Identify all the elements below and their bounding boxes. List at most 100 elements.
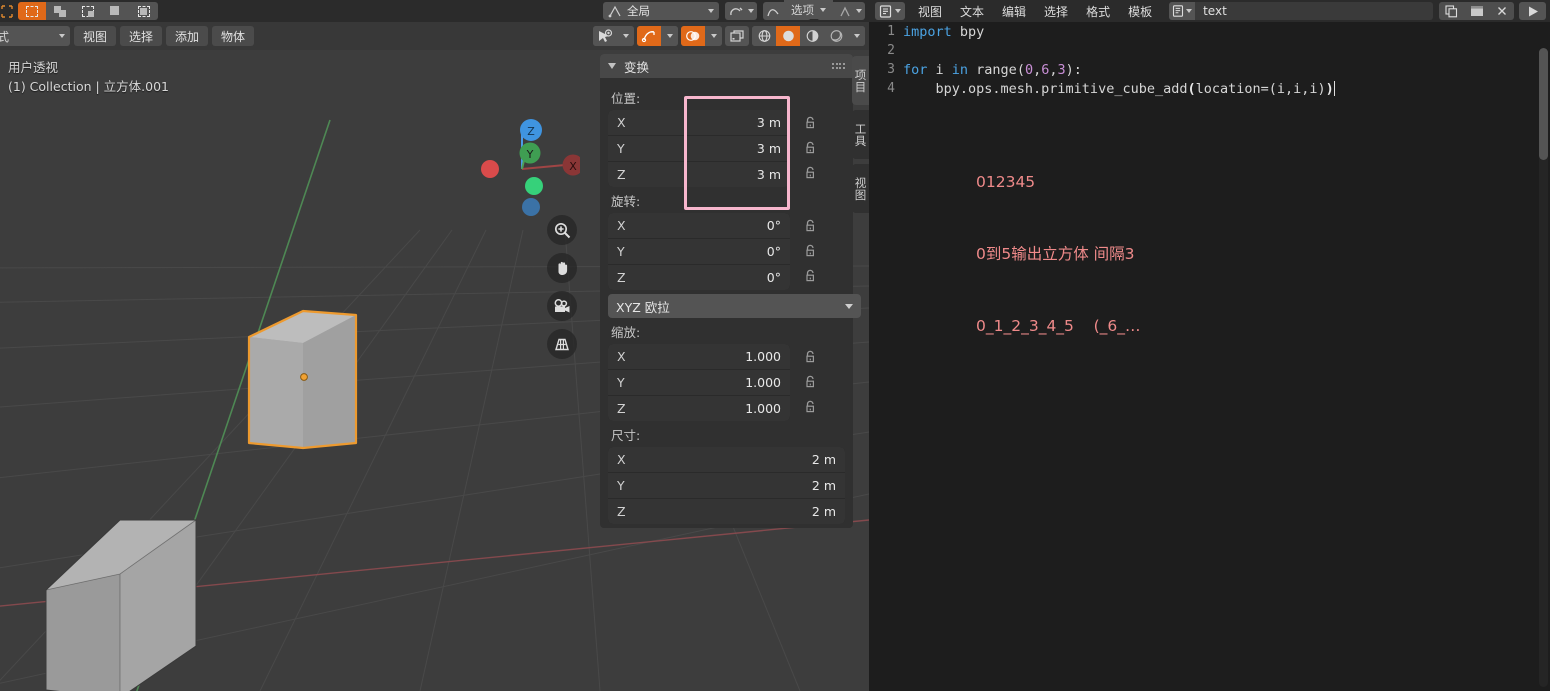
code-line[interactable]: 4 bpy.ops.mesh.primitive_cube_add(locati… <box>869 79 1550 98</box>
editor-type-dropdown[interactable] <box>875 2 905 20</box>
rotation-mode-dropdown[interactable]: XYZ 欧拉 <box>608 294 861 318</box>
options-label: 选项 <box>791 2 814 17</box>
scale-locks <box>799 344 821 419</box>
options-dropdown[interactable]: 选项 <box>784 0 833 19</box>
sidebar-transform-panel: 变换 位置: X 3 m Y 3 m Z 3 m 旋转: X 0° Y 0° Z… <box>600 54 861 528</box>
dimension-y-field[interactable]: Y 2 m <box>608 473 845 499</box>
chevron-down-icon <box>895 9 901 13</box>
code-line[interactable]: 1 import bpy <box>869 22 1550 41</box>
lock-scale-z-button[interactable] <box>799 394 821 419</box>
unlock-icon <box>805 116 814 128</box>
navigation-gizmo[interactable]: Y Z X <box>470 112 580 222</box>
gizmo-options-chevron[interactable] <box>617 26 634 46</box>
editor-menu-view[interactable]: 视图 <box>909 2 951 20</box>
run-script-button[interactable] <box>1519 2 1546 20</box>
scale-x-field[interactable]: X 1.000 <box>608 344 790 370</box>
sidebar-tab-item[interactable]: 项目 <box>852 56 869 105</box>
code-line[interactable]: 2 <box>869 41 1550 60</box>
text-filename: text <box>1203 4 1227 18</box>
lock-scale-x-button[interactable] <box>799 344 821 369</box>
rotation-x-field[interactable]: X 0° <box>608 213 790 239</box>
shading-options-chevron[interactable] <box>848 26 865 46</box>
select-invert-button[interactable] <box>102 2 130 20</box>
shading-wireframe-button[interactable] <box>752 26 776 46</box>
lock-rotation-y-button[interactable] <box>799 238 821 263</box>
show-overlays-button[interactable] <box>637 26 661 46</box>
select-extend-button[interactable] <box>46 2 74 20</box>
scale-z-field[interactable]: Z 1.000 <box>608 396 790 421</box>
select-subtract-button[interactable] <box>74 2 102 20</box>
axis-label: Z <box>617 504 626 519</box>
editor-menu-select[interactable]: 选择 <box>1035 2 1077 20</box>
menu-object[interactable]: 物体 <box>212 26 255 46</box>
select-intersect-button[interactable] <box>130 2 158 20</box>
annotation-line: 0到5输出立方体 间隔3 <box>976 245 1135 263</box>
rotation-z-field[interactable]: Z 0° <box>608 265 790 290</box>
text-editor-body[interactable]: 1 import bpy 2 3 for i in range(0,6,3): 4 bpy… <box>869 22 1550 691</box>
gizmo-neg-y-ball[interactable] <box>525 177 543 195</box>
show-gizmo-button[interactable] <box>593 26 617 46</box>
svg-text:X: X <box>569 160 577 173</box>
code-text: for i in range(0,6,3): <box>903 61 1082 78</box>
shading-solid-button[interactable] <box>776 26 800 46</box>
sidebar-tab-tool[interactable]: 工具 <box>852 110 869 159</box>
scale-y-field[interactable]: Y 1.000 <box>608 370 790 396</box>
interaction-mode-dropdown[interactable]: 式 <box>0 26 70 46</box>
shading-material-button[interactable] <box>800 26 824 46</box>
lock-rotation-x-button[interactable] <box>799 213 821 238</box>
text-datablock-dropdown[interactable] <box>1169 2 1196 20</box>
copy-datablock-button[interactable] <box>1439 2 1464 20</box>
menu-select[interactable]: 选择 <box>120 26 163 46</box>
toggle-orthographic-button[interactable] <box>547 329 577 359</box>
new-text-button[interactable] <box>1464 2 1489 20</box>
transform-panel-header[interactable]: 变换 <box>600 54 853 78</box>
snapping-dropdown[interactable] <box>725 2 757 20</box>
transform-orientation-dropdown[interactable]: 全局 <box>603 2 719 20</box>
camera-view-button[interactable] <box>547 291 577 321</box>
rotation-mode-label: XYZ 欧拉 <box>616 299 670 315</box>
unlock-icon <box>805 375 814 387</box>
editor-menu-edit[interactable]: 编辑 <box>993 2 1035 20</box>
zoom-view-button[interactable] <box>547 215 577 245</box>
transform-orientation-label: 全局 <box>627 4 650 18</box>
text-datablock-field[interactable]: text <box>1169 2 1433 20</box>
dimension-x-field[interactable]: X 2 m <box>608 447 845 473</box>
sidebar-tab-label: 工具 <box>853 122 868 147</box>
close-text-button[interactable] <box>1489 2 1514 20</box>
text-cursor <box>1333 80 1335 96</box>
panel-grip-icon[interactable] <box>832 63 845 69</box>
blender-window: 全局 选项 式 视图 选择 添加 物体 Y Z X 用户透视 (1) Colle… <box>0 0 1550 691</box>
lock-scale-y-button[interactable] <box>799 369 821 394</box>
editor-menu-text[interactable]: 文本 <box>951 2 993 20</box>
viewport-render-button[interactable] <box>725 26 749 46</box>
viewport-header-tools <box>593 26 865 46</box>
xray-options-chevron[interactable] <box>705 26 722 46</box>
shading-rendered-button[interactable] <box>824 26 848 46</box>
overlay-options-chevron[interactable] <box>661 26 678 46</box>
toggle-xray-button[interactable] <box>681 26 705 46</box>
sidebar-tab-view[interactable]: 视图 <box>852 164 869 213</box>
menu-view[interactable]: 视图 <box>74 26 117 46</box>
gizmo-neg-z-ball[interactable] <box>522 198 540 216</box>
pan-view-button[interactable] <box>547 253 577 283</box>
lock-location-z-button[interactable] <box>799 160 821 185</box>
location-x-field[interactable]: X 3 m <box>608 110 790 136</box>
lock-location-y-button[interactable] <box>799 135 821 160</box>
scale-label: 缩放: <box>611 325 641 340</box>
shading-mode-group <box>752 26 865 46</box>
menu-add[interactable]: 添加 <box>166 26 209 46</box>
select-set-button[interactable] <box>18 2 46 20</box>
location-z-field[interactable]: Z 3 m <box>608 162 790 187</box>
editor-scrollbar-thumb[interactable] <box>1539 48 1548 160</box>
cube-selected <box>247 309 358 450</box>
lock-location-x-button[interactable] <box>799 110 821 135</box>
rotation-y-field[interactable]: Y 0° <box>608 239 790 265</box>
gizmo-neg-x-ball[interactable] <box>481 160 499 178</box>
code-line[interactable]: 3 for i in range(0,6,3): <box>869 60 1550 79</box>
editor-menu-templates[interactable]: 模板 <box>1119 2 1161 20</box>
lock-rotation-z-button[interactable] <box>799 263 821 288</box>
editor-menu-format[interactable]: 格式 <box>1077 2 1119 20</box>
location-fields: X 3 m Y 3 m Z 3 m <box>608 110 790 187</box>
dimension-z-field[interactable]: Z 2 m <box>608 499 845 524</box>
location-y-field[interactable]: Y 3 m <box>608 136 790 162</box>
